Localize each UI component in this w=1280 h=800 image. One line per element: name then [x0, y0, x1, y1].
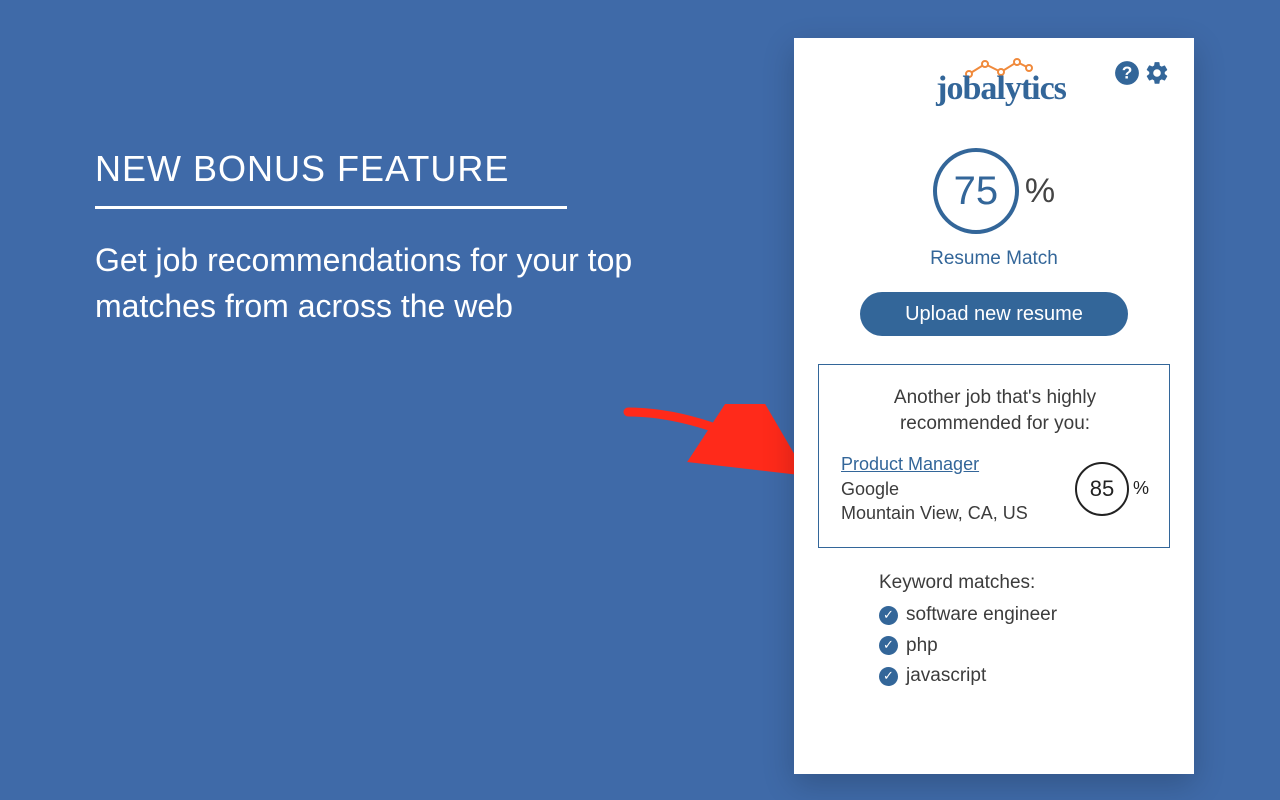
check-icon: ✓	[879, 667, 898, 686]
keyword-item: ✓ javascript	[879, 661, 1109, 691]
resume-match-block: 75 % Resume Match	[818, 148, 1170, 270]
resume-match-score: 75	[933, 148, 1019, 234]
keyword-text: software engineer	[906, 600, 1057, 630]
promo-subtext: Get job recommendations for your top mat…	[95, 237, 655, 330]
panel-header: jobalytics ?	[818, 60, 1170, 106]
check-icon: ✓	[879, 636, 898, 655]
promo-block: NEW BONUS FEATURE Get job recommendation…	[95, 148, 655, 330]
promo-divider	[95, 206, 567, 209]
keyword-text: javascript	[906, 661, 986, 691]
recommended-job-location: Mountain View, CA, US	[841, 501, 1028, 525]
keyword-matches-heading: Keyword matches:	[879, 572, 1109, 594]
recommendation-box: Another job that's highly recommended fo…	[818, 364, 1170, 548]
keyword-item: ✓ php	[879, 631, 1109, 661]
promo-heading: NEW BONUS FEATURE	[95, 148, 655, 190]
percent-symbol: %	[1025, 172, 1055, 211]
gear-icon[interactable]	[1144, 60, 1170, 86]
keyword-item: ✓ software engineer	[879, 600, 1109, 630]
upload-resume-button[interactable]: Upload new resume	[860, 292, 1128, 336]
extension-panel: jobalytics ? 75 % Resume Match Upload ne…	[794, 38, 1194, 774]
resume-match-label: Resume Match	[818, 248, 1170, 270]
recommended-job-title-link[interactable]: Product Manager	[841, 454, 979, 474]
recommended-job-score: 85	[1075, 462, 1129, 516]
recommended-job-company: Google	[841, 477, 1028, 501]
percent-symbol: %	[1133, 478, 1149, 499]
svg-text:?: ?	[1122, 62, 1133, 82]
help-icon[interactable]: ?	[1114, 60, 1140, 86]
check-icon: ✓	[879, 606, 898, 625]
arrow-annotation	[620, 404, 810, 534]
keyword-text: php	[906, 631, 938, 661]
recommendation-heading: Another job that's highly recommended fo…	[841, 385, 1149, 436]
keyword-matches-block: Keyword matches: ✓ software engineer ✓ p…	[879, 572, 1109, 691]
brand-logo: jobalytics	[936, 70, 1066, 108]
